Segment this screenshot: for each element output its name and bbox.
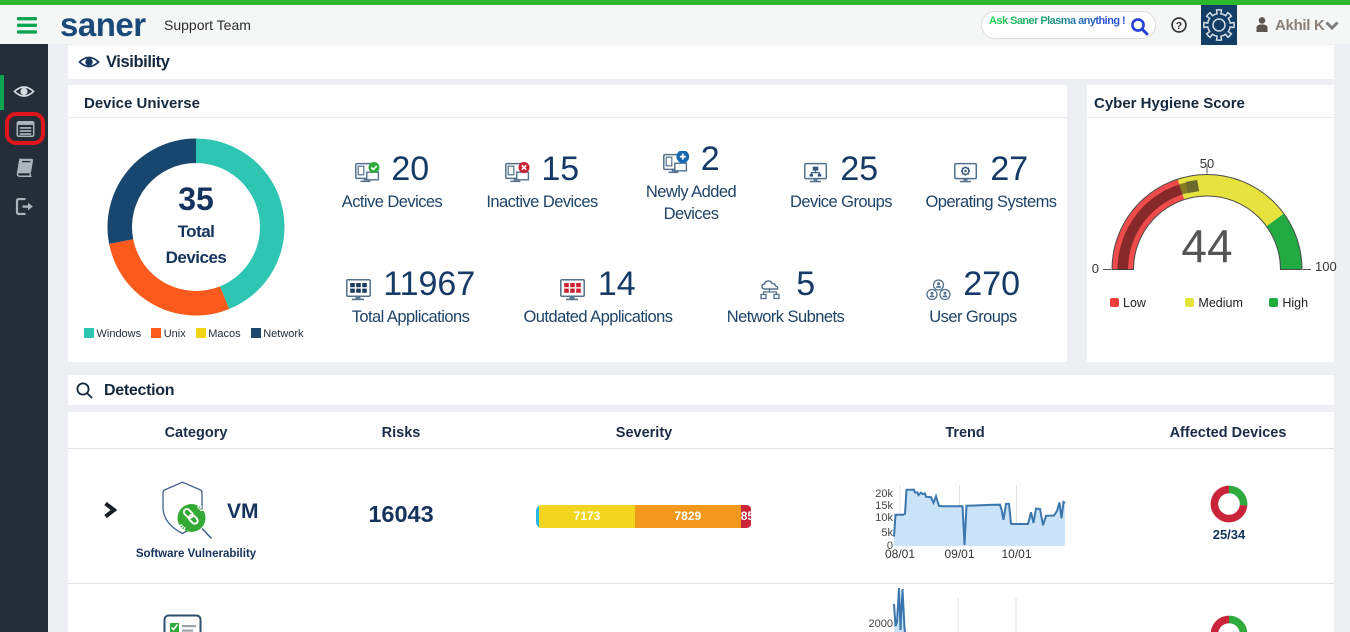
svg-text:44: 44	[1181, 220, 1232, 272]
svg-text:20k: 20k	[875, 488, 893, 500]
svg-text:?: ?	[1176, 20, 1182, 32]
svg-text:2000: 2000	[869, 618, 893, 630]
svg-text:09/01: 09/01	[944, 547, 974, 561]
svg-text:10/01: 10/01	[1001, 547, 1031, 561]
svg-text:10k: 10k	[875, 512, 893, 524]
svg-text:50: 50	[1200, 156, 1214, 171]
svg-text:15k: 15k	[875, 500, 893, 512]
svg-text:5k: 5k	[881, 527, 893, 539]
svg-text:0: 0	[1092, 261, 1099, 276]
svg-text:100: 100	[1315, 259, 1337, 274]
svg-text:08/01: 08/01	[885, 547, 915, 561]
